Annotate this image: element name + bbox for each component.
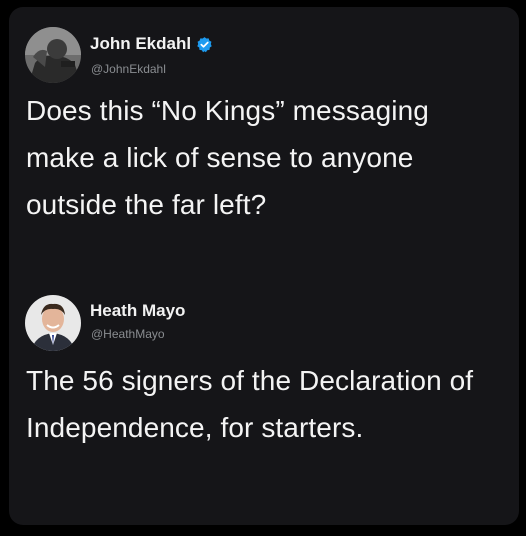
screenshot: { "tweets": [ { "display_name": "John Ek… bbox=[0, 0, 526, 536]
tweet-reply: Heath Mayo @HeathMayo The 56 signers of … bbox=[9, 277, 519, 525]
tweet-original: John Ekdahl @JohnEkdahl Does this “No Ki… bbox=[9, 7, 519, 257]
avatar-image bbox=[25, 295, 81, 351]
tweet-text: The 56 signers of the Declaration of Ind… bbox=[26, 365, 474, 443]
handle[interactable]: @HeathMayo bbox=[91, 327, 165, 341]
handle[interactable]: @JohnEkdahl bbox=[91, 62, 166, 76]
avatar[interactable] bbox=[25, 295, 81, 351]
display-name[interactable]: John Ekdahl bbox=[90, 34, 191, 54]
name-row: Heath Mayo bbox=[90, 301, 185, 321]
verified-badge-icon bbox=[197, 36, 212, 52]
avatar-image bbox=[25, 27, 81, 83]
avatar[interactable] bbox=[25, 27, 81, 83]
tweet-card: John Ekdahl @JohnEkdahl Does this “No Ki… bbox=[9, 7, 519, 525]
display-name[interactable]: Heath Mayo bbox=[90, 301, 185, 321]
tweet-text: Does this “No Kings” messaging make a li… bbox=[26, 95, 429, 220]
name-row: John Ekdahl bbox=[90, 34, 213, 54]
